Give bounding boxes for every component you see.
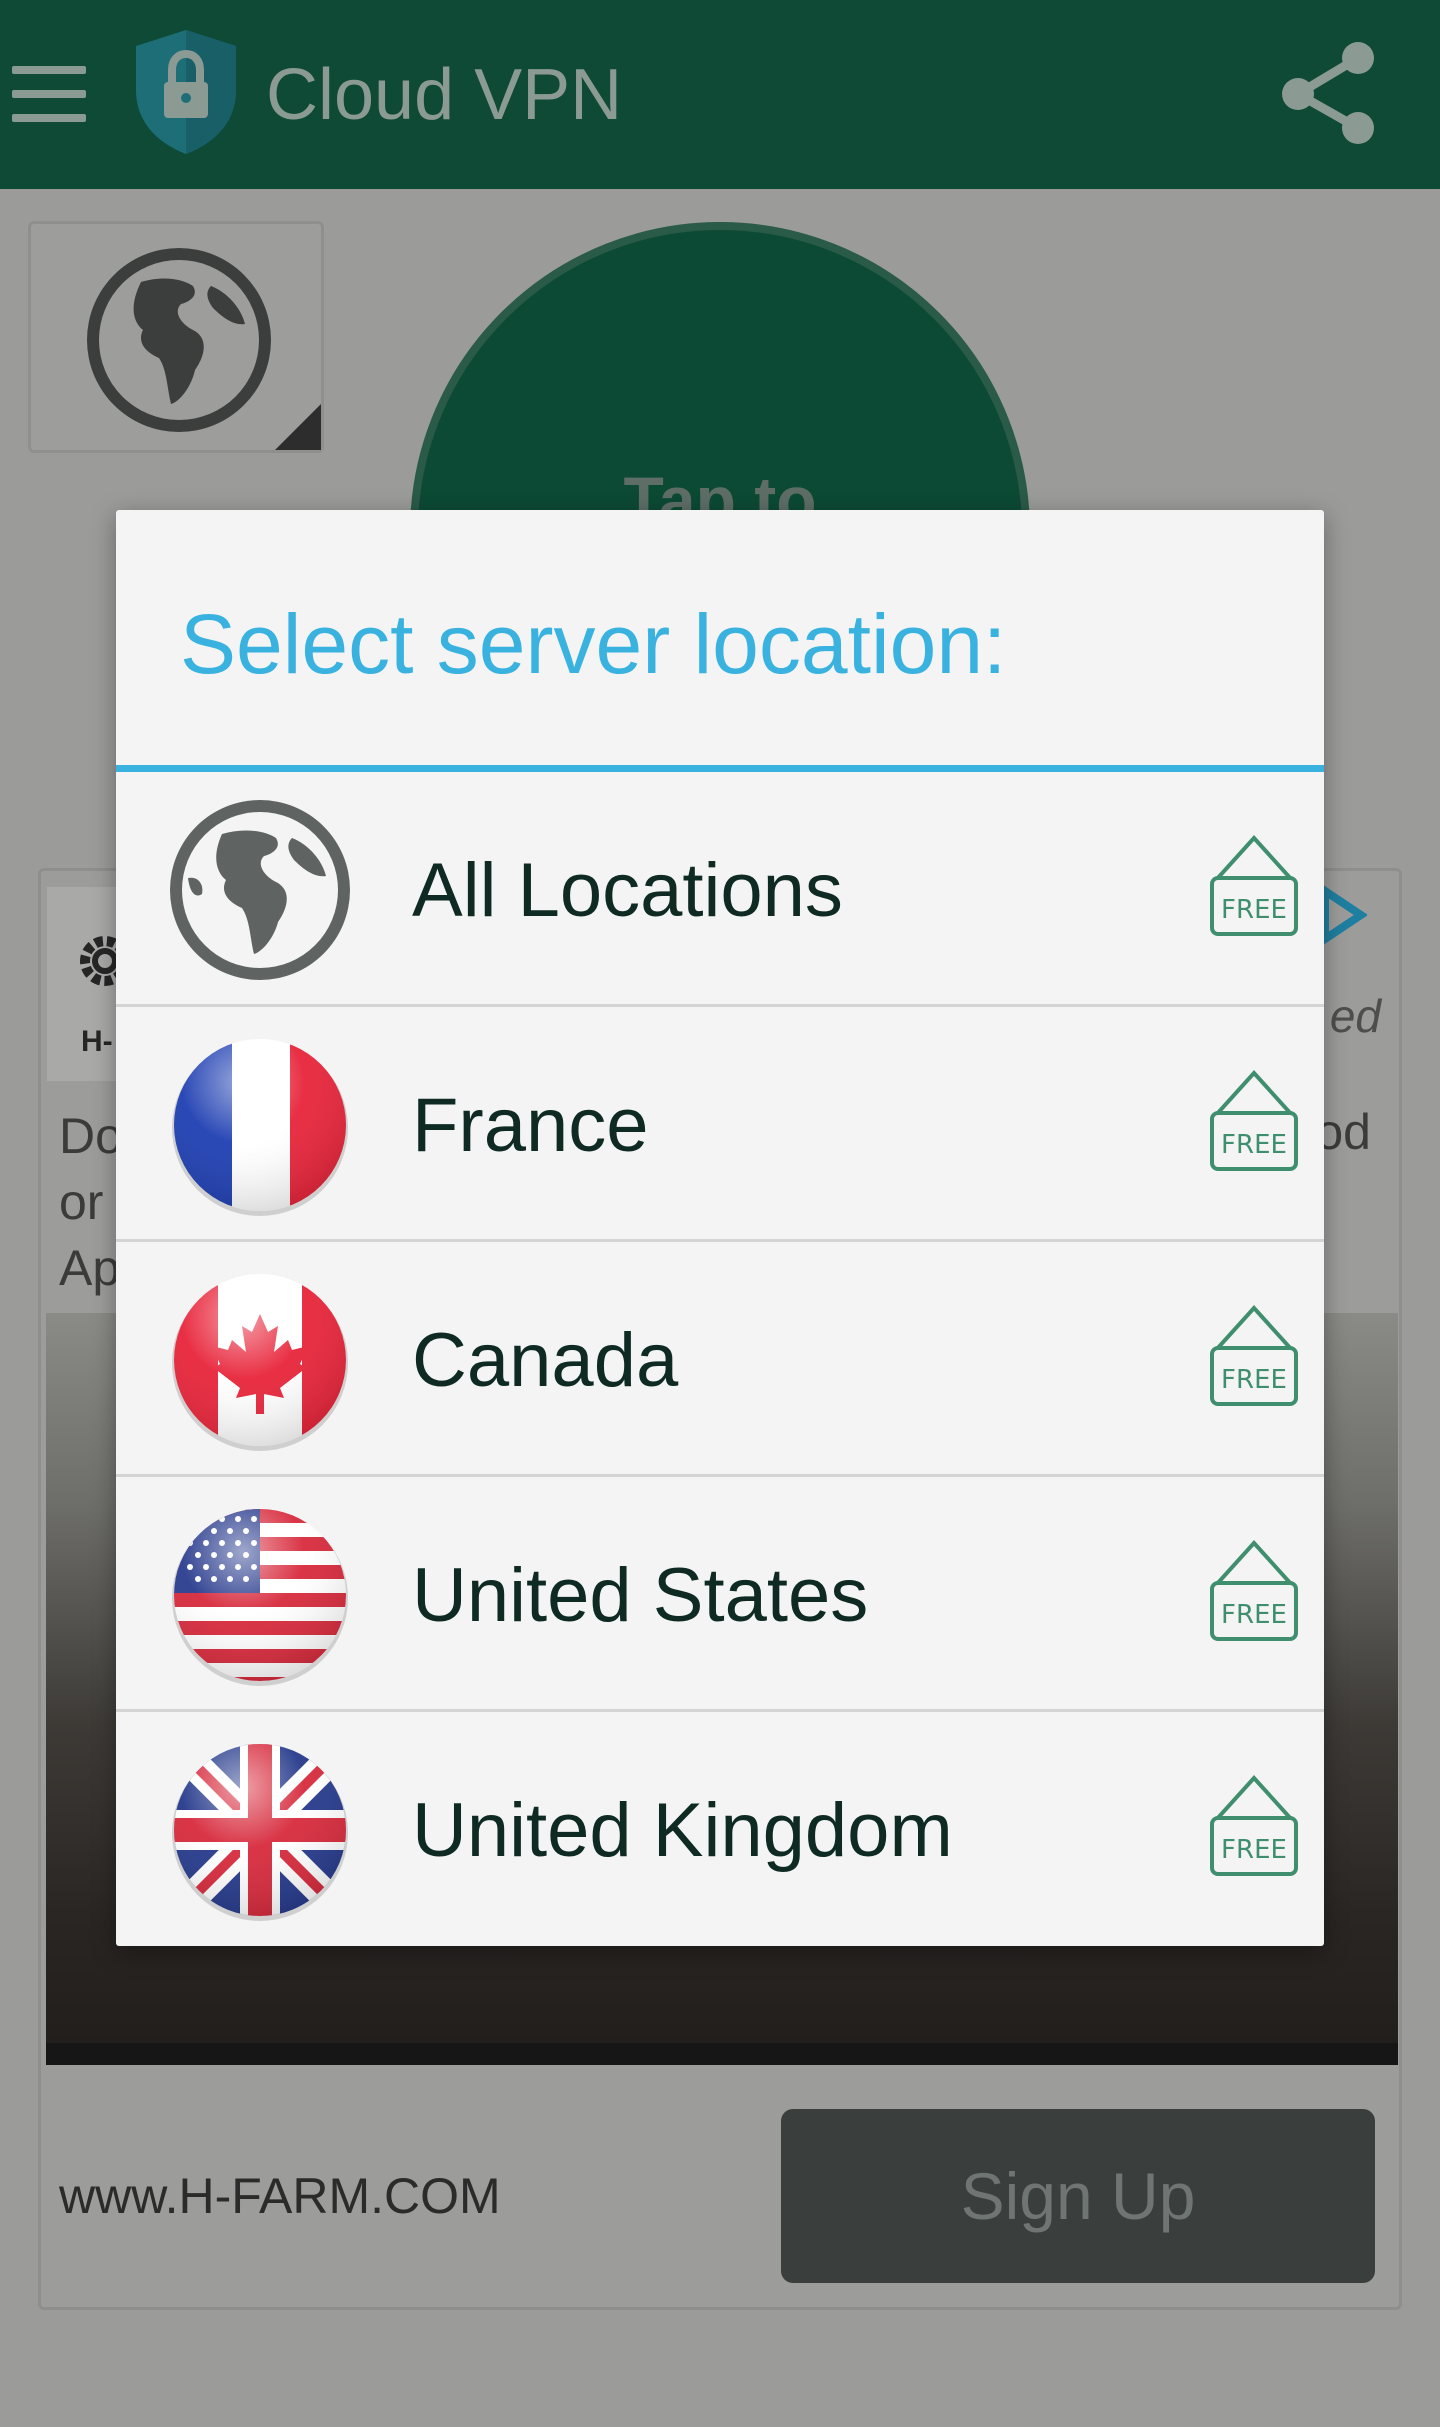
location-label: United States (412, 1553, 869, 1638)
svg-text:FREE: FREE (1221, 1835, 1287, 1865)
globe-icon (170, 800, 350, 980)
location-item-canada[interactable]: Canada FREE (116, 1242, 1324, 1477)
free-tag-icon: FREE (1210, 1775, 1298, 1876)
canada-flag-icon (172, 1274, 348, 1451)
location-item-france[interactable]: France FREE (116, 1007, 1324, 1242)
france-flag-icon (172, 1039, 348, 1216)
free-tag-icon: FREE (1210, 835, 1298, 936)
app-bar: Cloud VPN (0, 0, 1440, 189)
ad-sponsored-label: ed (1329, 990, 1381, 1042)
us-flag-icon (172, 1509, 348, 1686)
free-tag-icon: FREE (1210, 1540, 1298, 1641)
location-item-all-locations[interactable]: All Locations FREE (116, 772, 1324, 1007)
location-picker-button[interactable] (28, 221, 324, 453)
share-icon[interactable] (1276, 38, 1380, 148)
dialog-divider (116, 765, 1324, 772)
free-tag-icon: FREE (1210, 1305, 1298, 1406)
location-label: Canada (412, 1318, 679, 1403)
free-tag-icon: FREE (1210, 1070, 1298, 1171)
svg-text:FREE: FREE (1221, 895, 1287, 925)
location-label: France (412, 1083, 649, 1168)
ad-url[interactable]: www.H-FARM.COM (59, 2167, 501, 2225)
location-label: United Kingdom (412, 1788, 953, 1873)
ad-logo-text: H- (81, 1025, 113, 1058)
location-label: All Locations (412, 848, 843, 933)
uk-flag-icon (172, 1744, 348, 1921)
location-item-united-states[interactable]: United States FREE (116, 1477, 1324, 1712)
location-list: All Locations FREE France FREE Canada FR… (116, 772, 1324, 1946)
adchoices-icon[interactable] (1317, 885, 1367, 945)
app-title: Cloud VPN (266, 55, 623, 135)
hamburger-menu-icon[interactable] (12, 66, 86, 122)
svg-text:FREE: FREE (1221, 1600, 1287, 1630)
svg-text:FREE: FREE (1221, 1365, 1287, 1395)
svg-text:FREE: FREE (1221, 1130, 1287, 1160)
globe-icon (87, 248, 271, 432)
sign-up-button[interactable]: Sign Up (781, 2109, 1375, 2283)
location-item-united-kingdom[interactable]: United Kingdom FREE (116, 1712, 1324, 1946)
server-location-dialog: Select server location: All Locations FR… (116, 510, 1324, 1946)
shield-lock-icon (136, 30, 236, 154)
dialog-title: Select server location: (180, 597, 1007, 691)
